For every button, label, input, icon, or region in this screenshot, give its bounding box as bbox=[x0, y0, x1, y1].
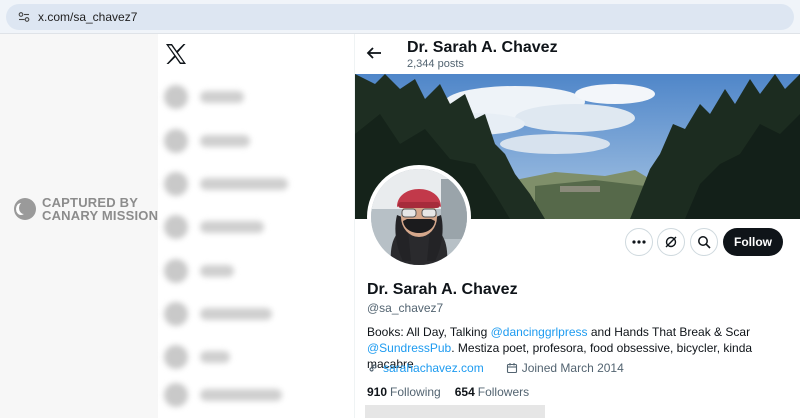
profile-column: Dr. Sarah A. Chavez 2,344 posts Follow D… bbox=[355, 34, 800, 418]
search-profile-button[interactable] bbox=[690, 228, 718, 256]
grok-button[interactable] bbox=[657, 228, 685, 256]
calendar-icon bbox=[506, 363, 517, 374]
bio-mention-link[interactable]: @SundressPub bbox=[367, 341, 451, 355]
search-icon bbox=[698, 236, 711, 249]
nav-item[interactable] bbox=[164, 128, 250, 154]
canary-moon-icon bbox=[14, 198, 36, 220]
link-icon bbox=[369, 364, 377, 372]
profile-meta: sarahachavez.com Joined March 2014 bbox=[367, 361, 624, 375]
profile-avatar-frame[interactable] bbox=[367, 165, 471, 269]
nav-item[interactable] bbox=[164, 84, 244, 110]
bio-mention-link[interactable]: @dancinggrlpress bbox=[491, 325, 588, 339]
following-link[interactable]: 910 Following bbox=[367, 385, 441, 399]
nav-item[interactable] bbox=[164, 258, 234, 284]
browser-address-bar: x.com/sa_chavez7 bbox=[0, 0, 800, 34]
profile-name: Dr. Sarah A. Chavez bbox=[367, 281, 518, 298]
followers-count: 654 bbox=[454, 385, 475, 399]
header-name: Dr. Sarah A. Chavez bbox=[407, 39, 558, 56]
left-gutter bbox=[0, 34, 158, 418]
followers-label: Followers bbox=[477, 385, 530, 399]
more-options-button[interactable] bbox=[625, 228, 653, 256]
avatar bbox=[371, 169, 467, 265]
back-arrow-icon[interactable] bbox=[365, 44, 383, 62]
joined-date: Joined March 2014 bbox=[506, 361, 624, 375]
site-settings-icon[interactable] bbox=[18, 11, 30, 23]
grok-icon bbox=[665, 236, 677, 248]
nav-item[interactable] bbox=[164, 301, 272, 327]
x-logo-icon[interactable] bbox=[164, 43, 188, 65]
watermark-line-2: CANARY MISSION bbox=[42, 208, 159, 223]
bio-text: Books: All Day, Talking bbox=[367, 325, 491, 339]
nav-item[interactable] bbox=[164, 214, 264, 240]
more-dots-icon bbox=[632, 240, 646, 244]
url-field[interactable]: x.com/sa_chavez7 bbox=[6, 4, 794, 30]
joined-text: Joined March 2014 bbox=[521, 361, 624, 375]
following-count: 910 bbox=[367, 385, 388, 399]
bio-text: and Hands That Break & Scar bbox=[587, 325, 751, 339]
header-post-count: 2,344 posts bbox=[407, 58, 464, 70]
captured-watermark: CAPTURED BY CANARY MISSION bbox=[14, 196, 158, 222]
profile-tabs-placeholder bbox=[365, 405, 545, 418]
sidebar-nav-blurred bbox=[158, 78, 308, 408]
nav-item[interactable] bbox=[164, 344, 230, 370]
profile-handle: @sa_chavez7 bbox=[367, 301, 444, 315]
url-text: x.com/sa_chavez7 bbox=[38, 10, 138, 24]
followers-link[interactable]: 654 Followers bbox=[455, 385, 529, 399]
nav-item[interactable] bbox=[164, 382, 282, 408]
follow-button[interactable]: Follow bbox=[723, 228, 783, 256]
following-label: Following bbox=[390, 385, 441, 399]
nav-item[interactable] bbox=[164, 171, 288, 197]
follow-stats: 910 Following 654 Followers bbox=[367, 385, 529, 399]
website-link[interactable]: sarahachavez.com bbox=[383, 361, 484, 375]
